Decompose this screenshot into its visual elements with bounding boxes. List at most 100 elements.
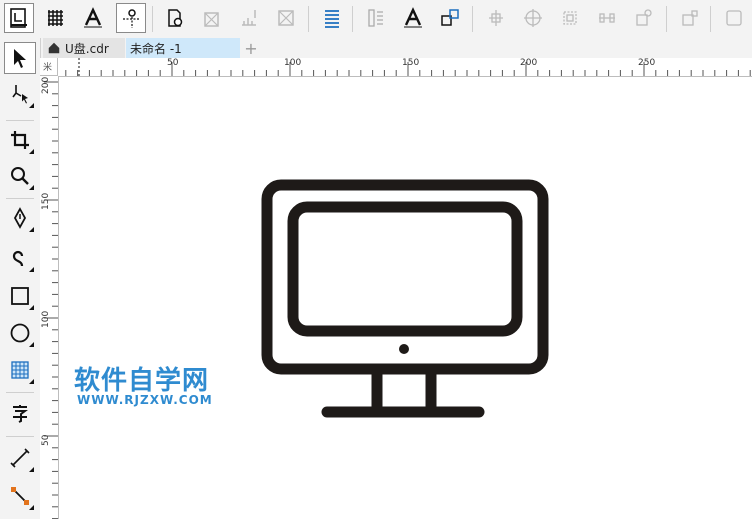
pick-tool[interactable] <box>4 42 36 74</box>
rectangle-tool[interactable] <box>4 280 36 312</box>
dimension-tool[interactable] <box>4 442 36 474</box>
align-distribute-icon <box>242 10 256 26</box>
copy-properties-button[interactable] <box>629 3 659 33</box>
paragraph-lines-icon <box>325 10 339 28</box>
flyout-indicator <box>29 505 34 510</box>
toolbar-separator <box>152 6 153 32</box>
shape-overlap-button[interactable] <box>435 3 465 33</box>
align-distribute-button[interactable] <box>234 3 264 33</box>
arrange-icon <box>682 10 698 26</box>
image-cross-icon <box>278 10 294 26</box>
toolbox-separator <box>6 392 34 393</box>
frame-icon <box>726 10 742 26</box>
ruler-label: 200 <box>520 58 538 68</box>
tab-label: U盘.cdr <box>65 41 109 56</box>
ruler-label: 100 <box>284 58 302 68</box>
image-export-icon <box>204 12 219 27</box>
text-columns-button[interactable] <box>361 3 391 33</box>
toolbox <box>0 38 41 519</box>
page-setup-button[interactable] <box>4 3 34 33</box>
crop-tool[interactable] <box>4 124 36 156</box>
monitor-outer-frame[interactable] <box>261 179 549 375</box>
table-tool[interactable] <box>4 354 36 386</box>
connector-tool[interactable] <box>4 480 36 512</box>
tab-u-disk-cdr[interactable]: U盘.cdr <box>43 38 125 58</box>
text-a-icon <box>404 7 422 28</box>
flyout-indicator <box>29 185 34 190</box>
toolbar-separator <box>710 6 711 32</box>
new-tab-button[interactable]: + <box>243 38 259 58</box>
shape-tool[interactable] <box>4 78 36 110</box>
ruler-origin[interactable]: 米 <box>40 58 58 76</box>
text-character-icon <box>13 405 28 423</box>
document-tabs: U盘.cdr 未命名 -1 + <box>40 38 752 60</box>
ruler-unit-label: 米 <box>43 63 53 73</box>
node-align-button[interactable] <box>481 3 511 33</box>
document-settings-icon <box>168 9 183 27</box>
arrange-button[interactable] <box>675 3 705 33</box>
toolbox-separator <box>6 436 34 437</box>
text-columns-icon <box>368 9 383 27</box>
paragraph-lines-button[interactable] <box>317 3 347 33</box>
ruler-label: 200 <box>41 76 51 94</box>
toolbar-separator <box>308 6 309 32</box>
target-button[interactable] <box>518 3 548 33</box>
toolbar-separator <box>352 6 353 32</box>
tab-untitled-1[interactable]: 未命名 -1 <box>126 38 240 58</box>
ruler-label: 150 <box>402 58 420 68</box>
flyout-indicator <box>29 342 34 347</box>
guidelines-icon <box>123 9 139 28</box>
more-button[interactable] <box>719 3 749 33</box>
toolbar-separator <box>666 6 667 32</box>
toolbar-separator <box>472 6 473 32</box>
transform-button[interactable] <box>555 3 585 33</box>
node-align-icon <box>489 10 503 26</box>
arrow-pointer-icon <box>14 49 26 68</box>
monitor-stand[interactable] <box>371 372 437 410</box>
text-button[interactable] <box>78 3 108 33</box>
watermark-en: WWW.RJZXW.COM <box>77 393 213 407</box>
horizontal-ruler[interactable]: 50 100 150 200 250 <box>58 58 752 77</box>
property-bar <box>0 0 752 39</box>
ruler-label: 150 <box>41 192 51 210</box>
toolbox-separator <box>6 198 34 199</box>
toolbox-separator <box>6 120 34 121</box>
shape-overlap-icon <box>441 9 459 26</box>
vertical-ruler[interactable]: 200 150 100 50 <box>40 76 59 519</box>
flyout-indicator <box>29 149 34 154</box>
ruler-label: 250 <box>638 58 656 68</box>
node-distribute-button[interactable] <box>592 3 622 33</box>
ruler-label: 50 <box>167 58 179 68</box>
node-distribute-icon <box>599 13 615 23</box>
monitor-screen[interactable] <box>287 201 523 337</box>
grid-icon <box>48 10 63 26</box>
image-cross-button[interactable] <box>271 3 301 33</box>
flyout-indicator <box>29 103 34 108</box>
pen-tool[interactable] <box>4 202 36 234</box>
flyout-indicator <box>29 267 34 272</box>
home-icon <box>48 42 60 54</box>
text-frame-button[interactable] <box>398 3 428 33</box>
ruler-label: 100 <box>41 310 51 328</box>
watermark-cn: 软件自学网 <box>74 366 210 396</box>
tab-label: 未命名 -1 <box>130 41 182 56</box>
document-settings-button[interactable] <box>160 3 190 33</box>
grid-button[interactable] <box>41 3 71 33</box>
page-setup-icon <box>10 8 27 28</box>
guidelines-button[interactable] <box>116 3 146 33</box>
artistic-media-tool[interactable] <box>4 242 36 274</box>
monitor-drawing[interactable] <box>59 77 752 519</box>
text-tool[interactable] <box>4 398 36 430</box>
flyout-indicator <box>29 305 34 310</box>
copy-properties-icon <box>636 9 652 26</box>
flyout-indicator <box>29 467 34 472</box>
text-a-icon <box>84 7 102 28</box>
ellipse-tool[interactable] <box>4 317 36 349</box>
flyout-indicator <box>29 227 34 232</box>
drawing-canvas[interactable] <box>59 77 752 519</box>
zoom-tool[interactable] <box>4 160 36 192</box>
vertical-ruler-ticks <box>44 81 58 519</box>
image-export-button[interactable] <box>197 3 227 33</box>
flyout-indicator <box>29 379 34 384</box>
power-dot[interactable] <box>399 344 409 354</box>
